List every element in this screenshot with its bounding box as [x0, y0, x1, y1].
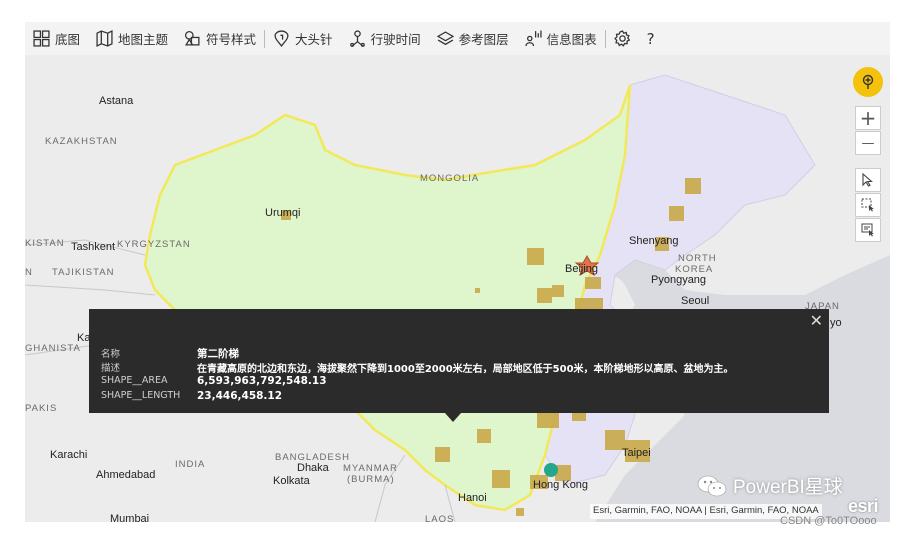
toolbar-map-theme-label: 地图主题 — [118, 32, 169, 47]
tooltip-key: 名称 — [101, 349, 121, 360]
zoom-in-button[interactable]: + — [855, 106, 881, 130]
rectangle-select-icon — [861, 198, 874, 212]
symbol-style-icon — [184, 30, 200, 46]
tooltip-row-area: SHAPE__AREA 6,593,963,792,548.13 — [101, 375, 327, 387]
toolbar-symbol-style[interactable]: 符号样式 — [176, 22, 264, 55]
toolbar-infographics-label: 信息图表 — [546, 32, 597, 47]
location-pin-icon — [862, 74, 874, 89]
infographics-icon — [525, 30, 542, 47]
reference-select-icon — [861, 223, 874, 237]
label-laos: LAOS — [425, 514, 455, 522]
tooltip-row-length: SHAPE__LENGTH 23,446,458.12 — [101, 390, 282, 402]
select-rectangle-button[interactable] — [855, 193, 881, 217]
drive-time-icon — [349, 30, 365, 47]
tooltip-row-description: 描述 在青藏高原的北边和东边，海拔聚然下降到1000至2000米左右，局部地区低… — [101, 360, 734, 375]
label-beijing: Beijing — [565, 263, 599, 275]
reference-layers-icon — [436, 31, 454, 46]
toolbar-reference-layers-label: 参考图层 — [458, 32, 509, 47]
app-frame: 底图 地图主题 符号样式 大头针 行驶时间 参考图层 信息图表 ? Astana… — [0, 0, 924, 535]
label-pakis: PAKIS — [25, 403, 58, 414]
help-icon: ? — [646, 29, 655, 48]
gear-icon — [613, 30, 630, 47]
label-seoul: Seoul — [681, 295, 710, 307]
toolbar-infographics[interactable]: 信息图表 — [517, 22, 605, 55]
tooltip-key: SHAPE__LENGTH — [101, 390, 181, 401]
basemap-grid-icon — [33, 30, 50, 47]
tooltip-tail — [445, 413, 461, 422]
label-kyrgyzstan: KYRGYZSTAN — [117, 239, 191, 250]
tooltip-value: 23,446,458.12 — [197, 390, 283, 402]
zoom-in-icon: + — [859, 106, 877, 130]
toolbar-map-theme[interactable]: 地图主题 — [88, 22, 176, 55]
label-mumbai: Mumbai — [110, 513, 150, 522]
csdn-credit: CSDN @To0TOooo — [780, 515, 877, 527]
tooltip-row-name: 名称 第二阶梯 — [101, 346, 239, 361]
label-india: INDIA — [175, 459, 206, 470]
label-kistan: KISTAN — [25, 238, 65, 249]
label-astana: Astana — [99, 95, 134, 107]
label-tajikistan: TAJIKISTAN — [52, 267, 115, 278]
watermark-text: PowerBI星球 — [733, 477, 843, 498]
label-ahmedabad: Ahmedabad — [96, 469, 156, 481]
toolbar-help[interactable]: ? — [639, 22, 663, 55]
tooltip-value: 6,593,963,792,548.13 — [197, 375, 327, 387]
label-kazakhstan: KAZAKHSTAN — [45, 136, 118, 147]
label-myanmar: MYANMAR — [343, 463, 398, 474]
toolbar-pin[interactable]: 大头针 — [265, 22, 341, 55]
toolbar-basemap-label: 底图 — [55, 32, 81, 47]
label-burma: (BURMA) — [347, 474, 395, 485]
label-n-edge: N — [25, 267, 33, 278]
toolbar-drive-time[interactable]: 行驶时间 — [341, 22, 429, 55]
powerbi-watermark: PowerBI星球 — [697, 472, 843, 499]
label-dhaka: Dhaka — [297, 462, 329, 474]
map-theme-icon — [96, 30, 113, 47]
label-hongkong: Hong Kong — [533, 479, 589, 491]
label-taipei: Taipei — [622, 447, 651, 459]
tooltip-value: 在青藏高原的北边和东边，海拔聚然下降到1000至2000米左右，局部地区低于50… — [197, 364, 734, 375]
wechat-icon — [697, 475, 727, 496]
label-shenyang: Shenyang — [629, 235, 679, 247]
label-kolkata: Kolkata — [273, 475, 310, 487]
toolbar-drive-time-label: 行驶时间 — [370, 32, 421, 47]
tooltip-key: 描述 — [101, 363, 121, 374]
tooltip-close-icon[interactable]: ✕ — [810, 311, 823, 330]
label-mongolia: MONGOLIA — [420, 173, 480, 184]
label-urumqi: Urumqi — [265, 207, 301, 219]
label-hanoi: Hanoi — [458, 492, 487, 504]
select-pointer-button[interactable] — [855, 168, 881, 192]
tooltip-value: 第二阶梯 — [197, 348, 239, 360]
tooltip-key: SHAPE__AREA — [101, 375, 168, 386]
hongkong-pin — [544, 463, 558, 477]
map-toolbar: 底图 地图主题 符号样式 大头针 行驶时间 参考图层 信息图表 ? — [25, 22, 890, 55]
pin-icon — [274, 30, 289, 47]
cursor-icon — [862, 173, 873, 187]
locate-button[interactable] — [853, 67, 883, 97]
map-canvas[interactable]: Astana KAZAKHSTAN MONGOLIA Urumqi KISTAN… — [25, 55, 890, 522]
toolbar-basemap[interactable]: 底图 — [25, 22, 88, 55]
label-karachi: Karachi — [50, 449, 88, 461]
label-pyongyang: Pyongyang — [651, 274, 707, 286]
esri-logo: esri — [848, 496, 879, 516]
toolbar-pin-label: 大头针 — [295, 32, 333, 47]
label-tashkent: Tashkent — [71, 241, 116, 253]
select-reference-layer-button[interactable] — [855, 218, 881, 242]
map-base — [25, 74, 890, 522]
toolbar-symbol-style-label: 符号样式 — [206, 32, 257, 47]
label-ghanista: GHANISTA — [25, 343, 81, 354]
label-north-korea-1: NORTH — [678, 253, 717, 264]
toolbar-reference-layers[interactable]: 参考图层 — [429, 22, 517, 55]
zoom-out-button[interactable]: — — [855, 131, 881, 155]
toolbar-settings[interactable] — [606, 22, 639, 55]
label-tokyo: yo — [830, 317, 842, 329]
zoom-out-icon: — — [861, 135, 875, 151]
feature-tooltip: ✕ 名称 第二阶梯 描述 在青藏高原的北边和东边，海拔聚然下降到1000至200… — [89, 309, 829, 422]
